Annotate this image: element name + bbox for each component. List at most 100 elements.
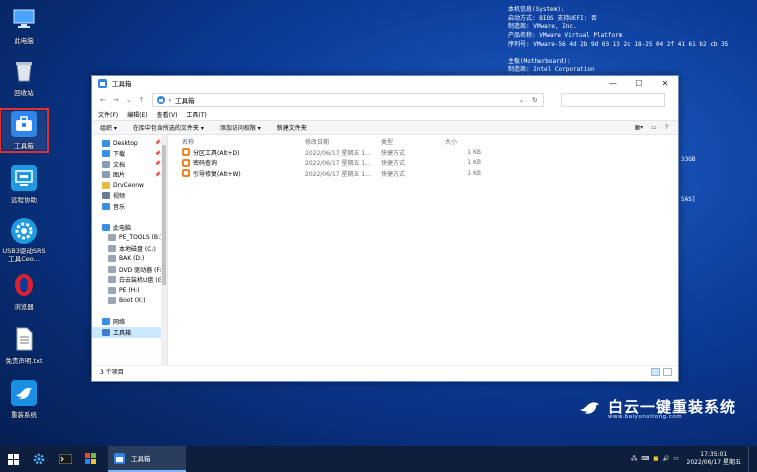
shortcut-icon <box>182 158 190 167</box>
drive-icon <box>108 297 116 305</box>
chevron-down-icon[interactable]: ⌄ <box>519 96 524 104</box>
desktop-icon-reinstall[interactable]: 重装系统 <box>2 380 46 419</box>
volume-icon[interactable]: 🔊 <box>662 456 669 462</box>
nav-item[interactable]: 下载 📌 <box>92 149 167 160</box>
nav-item[interactable]: DVD 驱动器 (F:) <box>92 264 167 275</box>
item-count: 3 个项目 <box>100 369 124 376</box>
column-date[interactable]: 修改日期 <box>305 137 381 146</box>
nav-item[interactable]: 白云装机U盘 (G:) <box>92 275 167 286</box>
terminal-icon[interactable] <box>52 446 78 472</box>
up-arrow-icon[interactable]: ↑ <box>139 96 145 104</box>
file-row[interactable]: 密码查询 2022/06/17 星期五 1... 快捷方式 1 KB <box>168 158 678 169</box>
desktop-icon-remote-assist[interactable]: 远程协助 <box>2 165 46 204</box>
menu-view[interactable]: 查看(V) <box>157 110 178 119</box>
desktop-icon-toolbox[interactable]: 工具箱 <box>0 108 49 153</box>
nav-item[interactable]: Boot (X:) <box>92 296 167 307</box>
nav-item[interactable]: 文档 📌 <box>92 159 167 170</box>
remote-assist-icon <box>11 165 37 191</box>
back-arrow-icon[interactable]: ← <box>100 96 106 104</box>
forward-arrow-icon[interactable]: → <box>113 96 119 104</box>
status-bar: 3 个项目 <box>92 365 678 377</box>
nav-scrollbar[interactable] <box>161 135 167 365</box>
taskbar-app-label: 工具箱 <box>131 455 151 463</box>
nav-item[interactable]: BAK (D:) <box>92 254 167 265</box>
close-button[interactable]: ✕ <box>652 76 678 90</box>
minimize-button[interactable]: — <box>600 76 626 90</box>
keyboard-icon[interactable]: ⌨ <box>641 456 649 462</box>
nav-item-label: 工具箱 <box>113 329 132 337</box>
include-in-library-button[interactable]: 在库中包含所选的文件夹 ▾ <box>133 123 204 132</box>
file-row[interactable]: 引导修复(Alt+W) 2022/06/17 星期五 1... 快捷方式 1 K… <box>168 168 678 179</box>
sysinfo-fragment: SAS] <box>681 196 696 203</box>
menu-edit[interactable]: 编辑(E) <box>127 110 147 119</box>
nav-item[interactable]: 视频 <box>92 191 167 202</box>
menu-tools[interactable]: 工具(T) <box>186 110 206 119</box>
nav-item[interactable]: 音乐 <box>92 201 167 212</box>
nav-item[interactable]: 图片 📌 <box>92 170 167 181</box>
desktop-icon-usb-tool[interactable]: USB3驱动SRS工具Ceo... <box>2 218 46 263</box>
desktop-icon-this-pc[interactable]: 此电脑 <box>2 6 46 45</box>
bird-icon <box>11 380 37 406</box>
organize-button[interactable]: 组织 ▾ <box>100 123 117 132</box>
file-row[interactable]: 分区工具(Alt+D) 2022/06/17 星期五 1... 快捷方式 1 K… <box>168 147 678 158</box>
maximize-button[interactable]: ☐ <box>626 76 652 90</box>
nav-item[interactable]: 网络 <box>92 317 167 328</box>
network-icon[interactable]: 🖧 <box>631 455 637 464</box>
shortcut-icon <box>182 169 190 178</box>
taskbar-app-toolbox[interactable]: 工具箱 <box>108 446 186 472</box>
start-button[interactable] <box>0 446 26 472</box>
text-file-icon <box>11 326 37 352</box>
nav-item[interactable]: PE_TOOLS (B:) <box>92 233 167 244</box>
desktop-icon-label: 免责声明.txt <box>5 357 43 365</box>
toolbox-icon <box>114 452 125 464</box>
desktop-icon-label: 远程协助 <box>11 196 37 204</box>
nav-item[interactable]: Desktop 📌 <box>92 138 167 149</box>
nav-item[interactable]: 本地磁盘 (C:) <box>92 243 167 254</box>
large-icons-view-icon[interactable] <box>663 367 672 376</box>
pe-tools-icon[interactable] <box>78 446 104 472</box>
desktop-icon-browser[interactable]: 浏览器 <box>2 272 46 311</box>
nav-item[interactable]: 此电脑 <box>92 222 167 233</box>
address-bar[interactable]: › 工具箱 ⌄ ↻ <box>151 92 544 107</box>
refresh-icon[interactable]: ↻ <box>532 96 537 104</box>
help-icon[interactable]: ? <box>665 124 668 131</box>
nav-item-label: 下载 <box>113 151 126 159</box>
nav-item[interactable]: 工具箱 <box>92 327 167 338</box>
new-folder-button[interactable]: 新建文件夹 <box>277 123 307 132</box>
system-info-overlay: 本机信息(System): 启动方式: BIOS 支持UEFI: 否 制造商: … <box>508 6 753 84</box>
share-with-button[interactable]: 添加访问权限 ▾ <box>220 123 261 132</box>
nav-item-label: DVD 驱动器 (F:) <box>119 266 164 274</box>
show-desktop-button[interactable] <box>748 446 753 472</box>
preview-pane-icon[interactable]: ▭ <box>651 124 657 131</box>
desktop-icon-label: 回收站 <box>14 89 34 97</box>
sysinfo-line: 序列号: VMware-56 4d 2b 9d 03 13 2c 18-25 0… <box>508 40 729 48</box>
desktop-icon-disclaimer[interactable]: 免责声明.txt <box>2 326 46 365</box>
sysinfo-line: 制造商: Intel Corporation <box>508 66 595 74</box>
chevron-down-icon[interactable]: ⌄ <box>126 96 132 104</box>
display-icon[interactable]: ▭ <box>673 456 678 462</box>
breadcrumb-separator: › <box>168 95 172 104</box>
sysinfo-line: 制造商: VMware, Inc. <box>508 23 577 31</box>
desktop-icon-recycle-bin[interactable]: 回收站 <box>2 58 46 97</box>
breadcrumb[interactable]: 工具箱 <box>175 95 195 105</box>
folder-icon <box>102 181 110 189</box>
column-size[interactable]: 大小 <box>445 137 481 146</box>
nav-item-label: 视频 <box>113 193 126 201</box>
file-type: 快捷方式 <box>381 160 406 168</box>
input-method-icon[interactable]: ■ <box>653 456 658 462</box>
nav-item[interactable]: DrvCeonw <box>92 180 167 191</box>
clock[interactable]: 17:35:01 2022/06/17 星期五 <box>687 451 742 467</box>
gear-icon[interactable] <box>26 446 52 472</box>
title-bar[interactable]: 工具箱 — ☐ ✕ <box>92 76 678 90</box>
nav-item[interactable]: PE (H:) <box>92 285 167 296</box>
scrollbar-thumb[interactable] <box>162 145 166 285</box>
menu-file[interactable]: 文件(F) <box>98 110 118 119</box>
search-input[interactable] <box>560 92 665 107</box>
address-row: ← → ⌄ ↑ › 工具箱 ⌄ ↻ <box>92 90 678 109</box>
nav-item-label: Desktop <box>113 139 138 147</box>
column-type[interactable]: 类型 <box>381 137 445 146</box>
details-view-icon[interactable] <box>651 367 660 376</box>
view-options-icon[interactable]: ▦▾ <box>634 124 643 131</box>
drive-icon <box>108 276 116 284</box>
column-name[interactable]: 名称 <box>168 137 305 146</box>
